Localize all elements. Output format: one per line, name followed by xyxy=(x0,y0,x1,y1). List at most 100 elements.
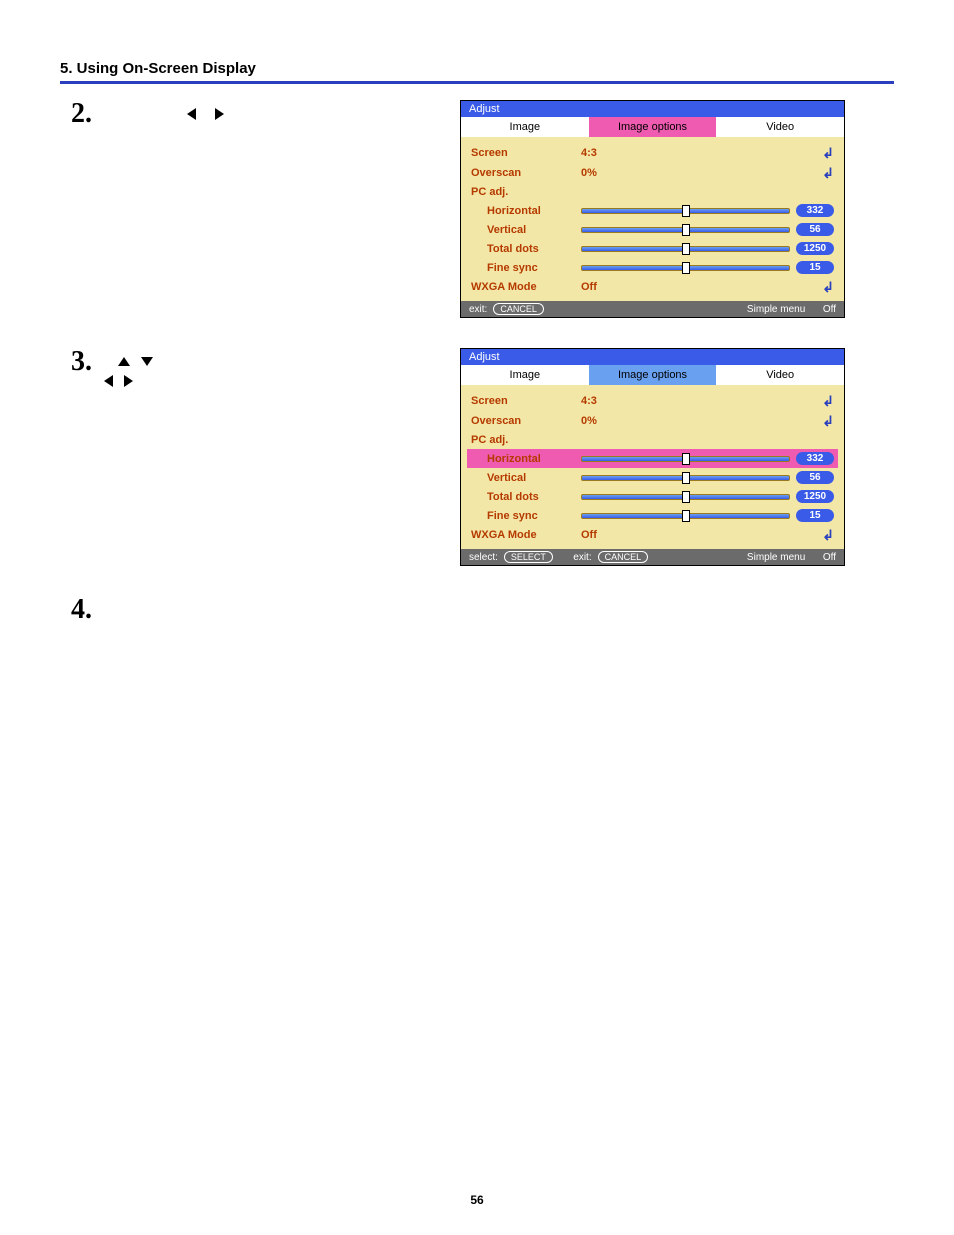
slider-totaldots[interactable] xyxy=(581,246,790,252)
enter-icon: ↲ xyxy=(822,394,834,408)
osd-tabs: Image Image options Video xyxy=(461,365,844,385)
osd-footer: select: SELECT exit: CANCEL Simple menu … xyxy=(461,549,844,565)
value-overscan: 0% xyxy=(581,415,631,427)
osd-panel-1: Adjust Image Image options Video Screen … xyxy=(460,100,845,318)
osd-title: Adjust xyxy=(461,349,844,365)
step-2-text xyxy=(104,100,224,123)
row-vertical[interactable]: Vertical 56 xyxy=(471,468,834,487)
row-pcadj: PC adj. xyxy=(471,431,834,449)
label-wxga: WXGA Mode xyxy=(471,529,581,541)
cancel-button[interactable]: CANCEL xyxy=(493,303,544,315)
step-3-row: 3. Adjust Image Image options Video Scre… xyxy=(60,348,894,566)
row-overscan[interactable]: Overscan 0% ↲ xyxy=(471,411,834,431)
row-wxga[interactable]: WXGA Mode Off ↲ xyxy=(471,277,834,297)
value-screen: 4:3 xyxy=(581,395,631,407)
step-3-text xyxy=(104,348,153,390)
tab-image-options[interactable]: Image options xyxy=(589,117,717,137)
footer-simple-val: Off xyxy=(823,304,836,315)
footer-exit-label: exit: xyxy=(469,304,487,315)
label-horizontal: Horizontal xyxy=(471,453,581,465)
select-button[interactable]: SELECT xyxy=(504,551,553,563)
slider-vertical[interactable] xyxy=(581,227,790,233)
slider-horizontal[interactable] xyxy=(581,456,790,462)
value-wxga: Off xyxy=(581,529,631,541)
tab-video[interactable]: Video xyxy=(716,117,844,137)
slider-totaldots[interactable] xyxy=(581,494,790,500)
label-totaldots: Total dots xyxy=(471,491,581,503)
osd-footer: exit: CANCEL Simple menu Off xyxy=(461,301,844,317)
triangle-down-icon xyxy=(141,357,153,366)
step-4-number: 4. xyxy=(60,596,92,624)
pill-finesync: 15 xyxy=(796,261,834,274)
footer-simple-menu: Simple menu xyxy=(747,304,805,315)
footer-simple-menu: Simple menu xyxy=(747,552,805,563)
tab-image-options[interactable]: Image options xyxy=(589,365,717,385)
slider-thumb[interactable] xyxy=(682,453,690,465)
row-totaldots[interactable]: Total dots 1250 xyxy=(471,239,834,258)
slider-thumb[interactable] xyxy=(682,510,690,522)
row-finesync[interactable]: Fine sync 15 xyxy=(471,506,834,525)
row-pcadj: PC adj. xyxy=(471,183,834,201)
enter-icon: ↲ xyxy=(822,280,834,294)
value-wxga: Off xyxy=(581,281,631,293)
pill-horizontal: 332 xyxy=(796,452,834,465)
label-finesync: Fine sync xyxy=(471,262,581,274)
row-overscan[interactable]: Overscan 0% ↲ xyxy=(471,163,834,183)
pill-totaldots: 1250 xyxy=(796,242,834,255)
step-2-row: 2. Adjust Image Image options Video Scre… xyxy=(60,100,894,318)
pill-vertical: 56 xyxy=(796,471,834,484)
slider-thumb[interactable] xyxy=(682,491,690,503)
triangle-up-icon xyxy=(118,357,130,366)
label-vertical: Vertical xyxy=(471,224,581,236)
label-overscan: Overscan xyxy=(471,167,581,179)
row-wxga[interactable]: WXGA Mode Off ↲ xyxy=(471,525,834,545)
label-totaldots: Total dots xyxy=(471,243,581,255)
tab-video[interactable]: Video xyxy=(716,365,844,385)
label-horizontal: Horizontal xyxy=(471,205,581,217)
row-horizontal-highlight[interactable]: Horizontal 332 xyxy=(467,449,838,468)
footer-select-label: select: xyxy=(469,552,498,563)
row-finesync[interactable]: Fine sync 15 xyxy=(471,258,834,277)
step-3-number: 3. xyxy=(60,348,92,376)
pill-totaldots: 1250 xyxy=(796,490,834,503)
row-screen[interactable]: Screen 4:3 ↲ xyxy=(471,391,834,411)
row-horizontal[interactable]: Horizontal 332 xyxy=(471,201,834,220)
slider-thumb[interactable] xyxy=(682,224,690,236)
label-pcadj: PC adj. xyxy=(471,434,581,446)
slider-thumb[interactable] xyxy=(682,243,690,255)
triangle-left-icon xyxy=(104,375,113,387)
enter-icon: ↲ xyxy=(822,528,834,542)
footer-exit-label: exit: xyxy=(573,552,591,563)
value-overscan: 0% xyxy=(581,167,631,179)
label-pcadj: PC adj. xyxy=(471,186,581,198)
step-2-number: 2. xyxy=(60,100,92,128)
row-totaldots[interactable]: Total dots 1250 xyxy=(471,487,834,506)
slider-thumb[interactable] xyxy=(682,472,690,484)
pill-horizontal: 332 xyxy=(796,204,834,217)
slider-thumb[interactable] xyxy=(682,205,690,217)
triangle-right-icon xyxy=(215,108,224,120)
slider-horizontal[interactable] xyxy=(581,208,790,214)
section-header: 5. Using On-Screen Display xyxy=(60,60,894,84)
row-vertical[interactable]: Vertical 56 xyxy=(471,220,834,239)
label-finesync: Fine sync xyxy=(471,510,581,522)
slider-finesync[interactable] xyxy=(581,265,790,271)
osd-title: Adjust xyxy=(461,101,844,117)
enter-icon: ↲ xyxy=(822,166,834,180)
slider-thumb[interactable] xyxy=(682,262,690,274)
osd-tabs: Image Image options Video xyxy=(461,117,844,137)
step-4-row: 4. xyxy=(60,596,894,624)
enter-icon: ↲ xyxy=(822,146,834,160)
row-screen[interactable]: Screen 4:3 ↲ xyxy=(471,143,834,163)
page-number: 56 xyxy=(0,1193,954,1207)
triangle-left-icon xyxy=(187,108,196,120)
slider-vertical[interactable] xyxy=(581,475,790,481)
tab-image[interactable]: Image xyxy=(461,117,589,137)
label-screen: Screen xyxy=(471,395,581,407)
osd-panel-2: Adjust Image Image options Video Screen … xyxy=(460,348,845,566)
pill-vertical: 56 xyxy=(796,223,834,236)
cancel-button[interactable]: CANCEL xyxy=(598,551,649,563)
label-vertical: Vertical xyxy=(471,472,581,484)
tab-image[interactable]: Image xyxy=(461,365,589,385)
slider-finesync[interactable] xyxy=(581,513,790,519)
